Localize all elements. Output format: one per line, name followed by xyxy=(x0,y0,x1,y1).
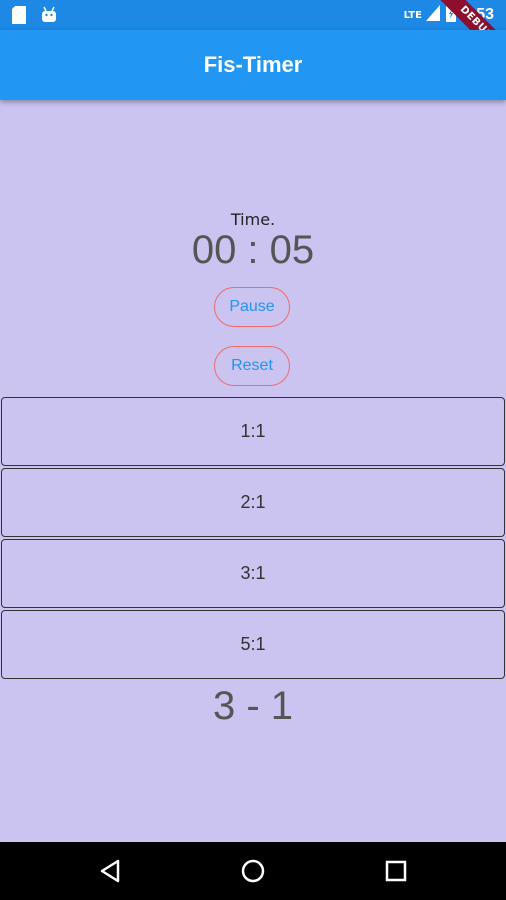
sd-card-icon xyxy=(12,6,26,28)
app-title: Fis-Timer xyxy=(203,52,303,77)
network-type: LTE xyxy=(403,9,422,21)
ratio-list: 1:1 2:1 3:1 5:1 xyxy=(0,397,506,681)
pause-button[interactable]: Pause xyxy=(214,287,290,327)
score-display: 3 - 1 xyxy=(212,684,294,728)
time-display: 00 : 05 xyxy=(191,228,315,272)
back-icon[interactable] xyxy=(96,856,126,886)
ratio-button-1-1[interactable]: 1:1 xyxy=(1,397,505,466)
ratio-button-2-1[interactable]: 2:1 xyxy=(1,468,505,537)
ratio-button-5-1[interactable]: 5:1 xyxy=(1,610,505,679)
navigation-bar xyxy=(0,842,506,900)
time-label: Time. xyxy=(230,210,276,229)
app-bar: Fis-Timer xyxy=(0,30,506,100)
reset-button[interactable]: Reset xyxy=(214,346,290,386)
status-bar: LTE 6:53 DEBUG xyxy=(0,0,506,72)
recents-icon[interactable] xyxy=(381,856,411,886)
home-icon[interactable] xyxy=(238,856,268,886)
status-left-icons xyxy=(12,6,58,28)
ratio-button-3-1[interactable]: 3:1 xyxy=(1,539,505,608)
signal-icon xyxy=(425,5,440,25)
android-icon xyxy=(40,6,58,28)
